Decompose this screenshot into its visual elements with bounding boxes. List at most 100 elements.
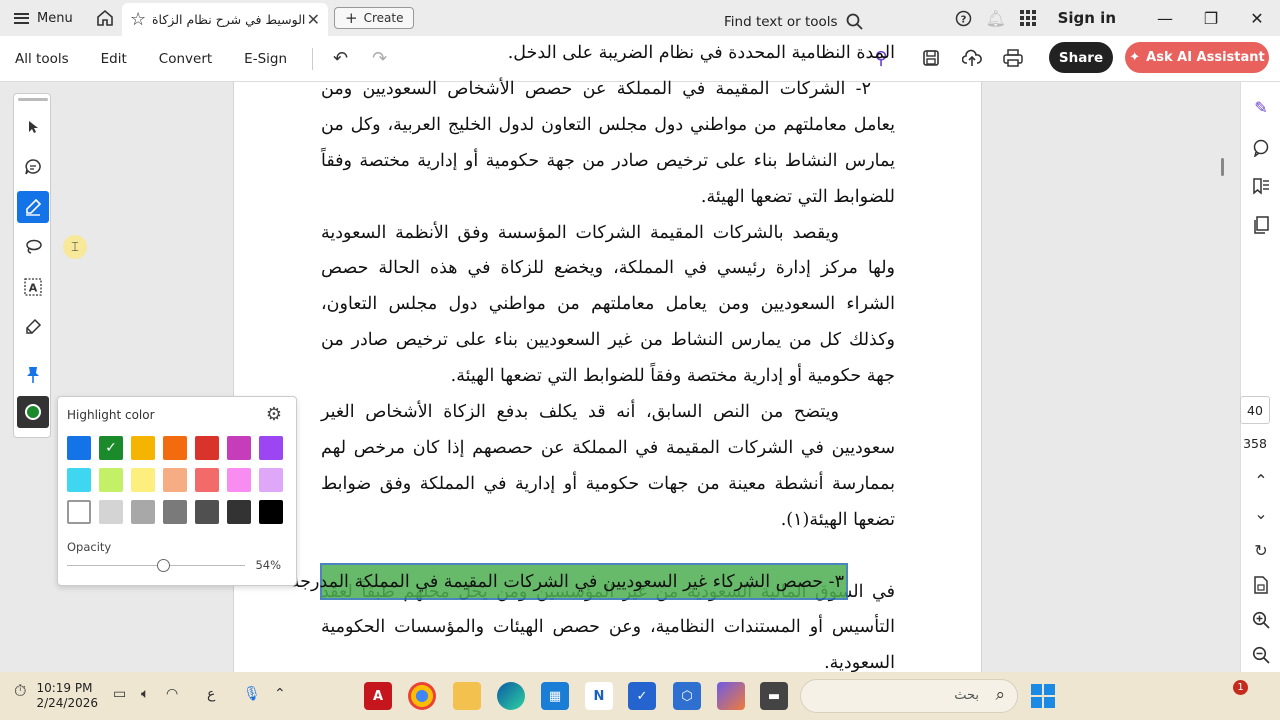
menu-edit[interactable]: Edit [86, 51, 144, 67]
color-swatch[interactable] [227, 436, 251, 460]
bookmark-icon[interactable] [1241, 173, 1280, 199]
color-swatch[interactable] [195, 468, 219, 492]
color-swatch[interactable] [163, 436, 187, 460]
current-color-dot [25, 404, 41, 420]
clock[interactable]: ⏱ 10:19 PM 2/24/2026 [14, 681, 98, 711]
volume-icon[interactable]: 🔈︎ [141, 686, 149, 702]
menu-all-tools[interactable]: All tools [0, 51, 86, 67]
color-swatch[interactable] [163, 468, 187, 492]
toolbar-divider [312, 47, 314, 70]
pin-icon[interactable] [17, 359, 49, 391]
highlighted-text[interactable]: ٣- حصص الشركاء غير السعوديين في الشركات … [291, 565, 844, 600]
sync-icon: ⏱ [14, 681, 27, 700]
color-swatch[interactable] [227, 500, 251, 524]
scroll-down-icon[interactable]: ⌄ [1241, 500, 1280, 526]
zoom-out-icon[interactable] [1241, 642, 1280, 668]
print-icon[interactable] [1000, 45, 1026, 71]
close-tab-icon[interactable]: ✕ [307, 10, 320, 29]
pages-icon[interactable] [1241, 212, 1280, 238]
save-icon[interactable] [918, 45, 944, 71]
document-tab[interactable]: ☆ الوسيط في شرح نظام الزكاة .. ✕ [122, 3, 328, 36]
color-swatch[interactable] [67, 500, 91, 524]
acrobat-app-icon[interactable]: A [364, 682, 392, 710]
copilot-app-icon[interactable] [717, 682, 745, 710]
taskbar-search[interactable]: بحث ⌕ [800, 679, 1018, 713]
color-swatch[interactable] [99, 500, 123, 524]
find-text-button[interactable]: Find text or tools [724, 13, 863, 30]
text-box-icon[interactable]: A [17, 271, 49, 303]
menu-button[interactable]: Menu [0, 0, 87, 36]
drag-handle[interactable] [18, 98, 48, 101]
highlight-color-popup: Highlight color ⚙ Opacity 54% [57, 396, 297, 586]
color-swatch[interactable] [99, 436, 123, 460]
edit-pdf-icon[interactable]: ✎ [1241, 94, 1280, 120]
notification-badge: 1 [1233, 680, 1248, 695]
search-icon: ⌕ [995, 685, 1005, 705]
menu-e-sign[interactable]: E-Sign [229, 51, 304, 67]
comment-icon[interactable] [17, 151, 49, 183]
svg-text:?: ? [961, 14, 967, 25]
highlight-pen-icon[interactable] [17, 191, 49, 223]
chevron-up-icon[interactable]: ⌃ [274, 686, 286, 702]
terminal-app-icon[interactable]: ▬ [760, 682, 788, 710]
opacity-slider-thumb[interactable] [157, 559, 171, 572]
home-button[interactable] [87, 0, 123, 36]
color-swatch[interactable] [259, 436, 283, 460]
color-swatch[interactable] [227, 468, 251, 492]
tab-title: الوسيط في شرح نظام الزكاة .. [152, 12, 307, 27]
notion-app-icon[interactable]: N [585, 682, 613, 710]
color-swatch[interactable] [131, 468, 155, 492]
refresh-icon[interactable]: ↻ [1241, 537, 1280, 563]
windows-start-icon[interactable] [1031, 684, 1055, 708]
color-swatch[interactable] [195, 500, 219, 524]
home-icon [96, 9, 113, 26]
upload-cloud-icon[interactable] [959, 45, 985, 71]
help-icon[interactable]: ? [948, 0, 980, 36]
bell-icon[interactable]: 🔔︎ [980, 0, 1012, 36]
color-swatch[interactable] [163, 500, 187, 524]
apps-grid-icon[interactable] [1012, 0, 1044, 36]
battery-icon[interactable]: ▭ [113, 686, 126, 702]
restore-button[interactable]: ❐ [1188, 0, 1234, 36]
color-swatch[interactable] [131, 436, 155, 460]
scroll-up-icon[interactable]: ⌃ [1241, 467, 1280, 493]
share-button[interactable]: Share [1049, 42, 1113, 73]
star-icon[interactable]: ☆ [130, 9, 152, 30]
menu-label: Menu [37, 10, 73, 26]
minimize-button[interactable]: — [1142, 0, 1188, 36]
edge-app-icon[interactable] [497, 682, 525, 710]
zoom-in-icon[interactable] [1241, 607, 1280, 633]
sign-in-link[interactable]: Sign in [1044, 9, 1142, 27]
vertical-scrollbar[interactable] [1221, 158, 1224, 176]
color-swatch-icon[interactable] [17, 396, 49, 428]
select-arrow-icon[interactable] [17, 111, 49, 143]
comments-icon[interactable] [1241, 135, 1280, 161]
vpn-app-icon[interactable]: ⬡ [673, 682, 701, 710]
ai-assistant-icon: ✦ [1129, 50, 1141, 65]
clock-date: 2/24/2026 [36, 696, 99, 710]
fit-page-icon[interactable] [1241, 572, 1280, 598]
lasso-icon[interactable] [17, 231, 49, 263]
wifi-icon[interactable]: ◠ [166, 686, 178, 702]
color-swatch[interactable] [99, 468, 123, 492]
microphone-icon[interactable]: 🎙︎ [243, 686, 261, 702]
color-swatch[interactable] [259, 500, 283, 524]
fill-sign-icon[interactable] [17, 311, 49, 343]
todo-app-icon[interactable]: ✓ [628, 682, 656, 710]
create-button[interactable]: + Create [334, 7, 415, 29]
language-indicator[interactable]: ع [207, 686, 215, 702]
color-swatch[interactable] [131, 500, 155, 524]
color-swatch[interactable] [67, 468, 91, 492]
menu-convert[interactable]: Convert [144, 51, 229, 67]
color-swatch[interactable] [67, 436, 91, 460]
store-app-icon[interactable]: ▦ [541, 682, 569, 710]
page-number-input[interactable]: 40 [1240, 396, 1270, 424]
color-swatch[interactable] [259, 468, 283, 492]
opacity-slider[interactable] [67, 565, 245, 566]
ask-ai-assistant-button[interactable]: ✦ Ask AI Assistant [1125, 42, 1269, 73]
file-explorer-icon[interactable] [453, 682, 481, 710]
gear-icon[interactable]: ⚙ [266, 404, 282, 425]
color-swatch[interactable] [195, 436, 219, 460]
chrome-app-icon[interactable] [408, 682, 436, 710]
close-window-button[interactable]: ✕ [1234, 0, 1280, 36]
